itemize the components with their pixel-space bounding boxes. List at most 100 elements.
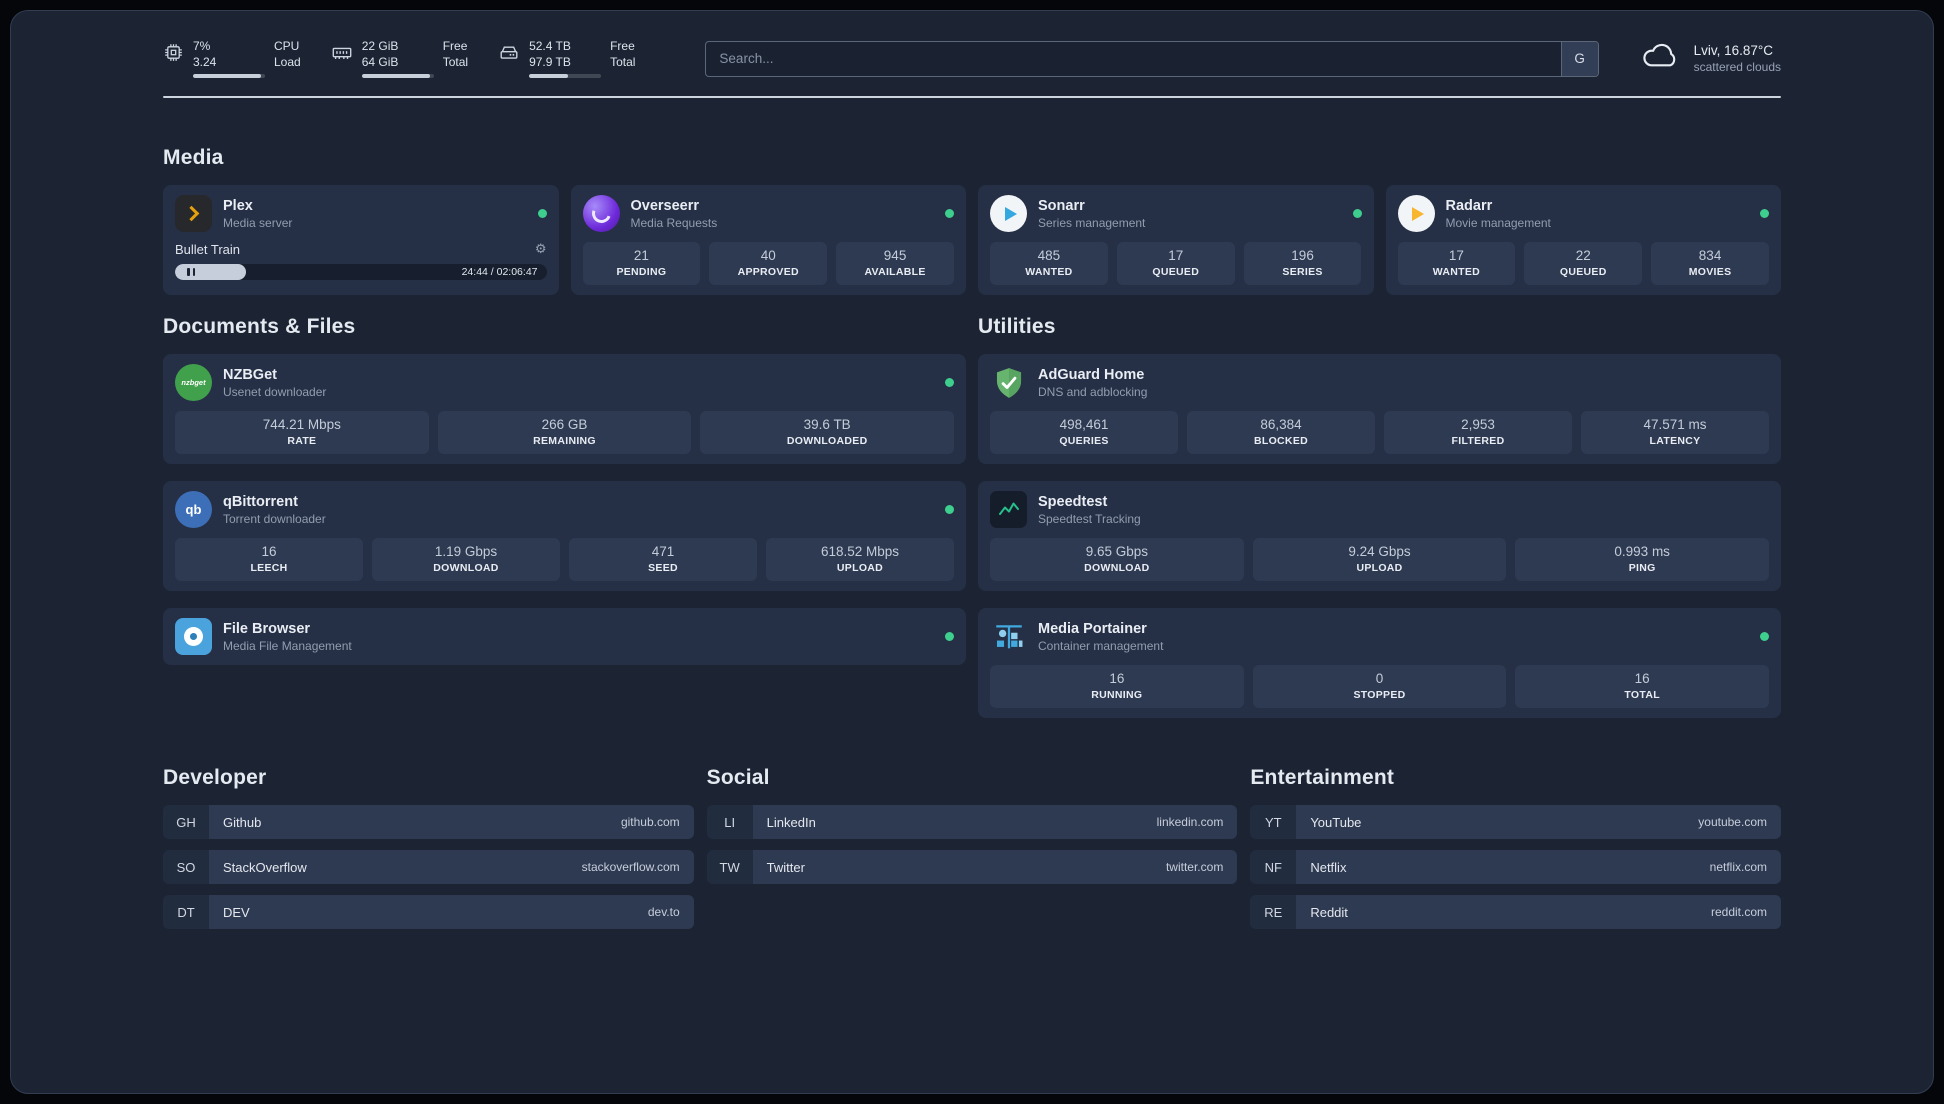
stat-box: 17 WANTED xyxy=(1397,242,1516,286)
stat-value: 834 xyxy=(1698,248,1722,264)
settings-gear-icon[interactable]: ⚙ xyxy=(535,241,547,257)
bookmark-url: twitter.com xyxy=(1165,860,1224,875)
stat-box: 1.19 Gbps DOWNLOAD xyxy=(372,538,560,582)
section-heading-developer: Developer xyxy=(163,766,267,790)
bookmark-twitter[interactable]: TW Twitter twitter.com xyxy=(706,850,1238,885)
cpu-usage-value: 7% xyxy=(193,39,211,53)
overseerr-icon xyxy=(582,195,620,233)
cpu-progress-fill xyxy=(193,74,262,79)
stat-box: 21 PENDING xyxy=(582,242,701,286)
section-heading-social: Social xyxy=(706,766,770,790)
service-card-overseerr[interactable]: Overseerr Media Requests 21 PENDING 40 APP… xyxy=(570,185,966,296)
bookmark-linkedin[interactable]: LI LinkedIn linkedin.com xyxy=(706,805,1238,840)
disk-values: 52.4 TB 97.9 TB xyxy=(529,39,602,79)
bookmark-name: YouTube xyxy=(1310,814,1362,830)
resource-widgets: 7% 3.24 CPU Load 22 GiB 64 GiB Free Tota… xyxy=(163,39,665,79)
service-card-portainer[interactable]: Media Portainer Container management 16 R… xyxy=(978,608,1781,719)
service-description: Series management xyxy=(1038,215,1146,230)
search-input[interactable] xyxy=(706,41,1561,76)
stat-label: TOTAL xyxy=(1624,689,1660,702)
stats-row: 16 RUNNING 0 STOPPED 16 TOTAL xyxy=(990,665,1770,709)
disk-labels: Free Total xyxy=(610,39,635,70)
service-meta: Radarr Movie management xyxy=(1446,198,1551,230)
memory-progress-fill xyxy=(361,74,431,79)
stat-value: 16 xyxy=(1634,671,1650,687)
bookmark-dev[interactable]: DT DEV dev.to xyxy=(163,895,694,930)
service-name: File Browser xyxy=(223,620,311,637)
service-description: Media Requests xyxy=(630,215,718,230)
status-dot xyxy=(1760,209,1769,219)
service-meta: File Browser Media File Management xyxy=(223,621,352,653)
service-card-filebrowser[interactable]: File Browser Media File Management xyxy=(163,608,966,666)
bookmark-youtube[interactable]: YT YouTube youtube.com xyxy=(1250,805,1781,840)
stat-box: 834 MOVIES xyxy=(1651,242,1769,286)
media-progress-bar[interactable]: 24:44 / 02:06:47 xyxy=(175,264,547,281)
stat-value: 86,384 xyxy=(1260,417,1302,433)
stat-box: 9.24 Gbps UPLOAD xyxy=(1252,538,1507,582)
bookmark-body: Twitter twitter.com xyxy=(752,850,1238,885)
section-heading-utilities: Utilities xyxy=(978,315,1056,339)
stats-row: 17 WANTED 22 QUEUED 834 MOVIES xyxy=(1397,242,1770,286)
cpu-widget: 7% 3.24 CPU Load xyxy=(163,39,301,79)
stat-value: 17 xyxy=(1168,248,1184,264)
service-card-adguard[interactable]: AdGuard Home DNS and adblocking 498,461 Q… xyxy=(978,354,1781,465)
media-grid: Plex Media server Bullet Train ⚙ 24:44 /… xyxy=(163,185,1781,296)
service-card-sonarr[interactable]: Sonarr Series management 485 WANTED 17 QUE… xyxy=(978,185,1374,296)
bookmarks-area: Developer GH Github github.com SO StackO… xyxy=(163,766,1781,940)
search-bar[interactable]: G xyxy=(705,40,1599,77)
stat-box: 266 GB REMAINING xyxy=(437,411,692,455)
memory-values: 22 GiB 64 GiB xyxy=(361,39,434,79)
stats-row: 485 WANTED 17 QUEUED 196 SERIES xyxy=(990,242,1362,286)
stat-label: LEECH xyxy=(250,562,288,575)
cpu-progress-bar xyxy=(193,74,265,79)
nzbget-icon-text: nzbget xyxy=(181,378,206,388)
weather-widget[interactable]: Lviv, 16.87°C scattered clouds xyxy=(1639,40,1781,77)
disk-total-value: 97.9 TB xyxy=(529,54,571,69)
sonarr-icon xyxy=(990,195,1027,233)
bookmark-github[interactable]: GH Github github.com xyxy=(163,805,694,840)
bookmark-reddit[interactable]: RE Reddit reddit.com xyxy=(1250,895,1781,930)
stat-box: 9.65 Gbps DOWNLOAD xyxy=(990,538,1244,582)
service-card-qbittorrent[interactable]: qb qBittorrent Torrent downloader 16 LEEC… xyxy=(163,481,966,592)
section-heading-media: Media xyxy=(163,146,224,170)
stat-box: 485 WANTED xyxy=(990,242,1108,286)
bookmark-abbr: LI xyxy=(706,805,753,840)
stat-value: 47.571 ms xyxy=(1643,417,1707,433)
overseerr-swirl-glyph xyxy=(588,201,614,227)
disk-total-label: Total xyxy=(610,54,636,69)
bookmark-stackoverflow[interactable]: SO StackOverflow stackoverflow.com xyxy=(163,850,694,885)
stat-label: FILTERED xyxy=(1451,435,1505,448)
service-card-plex[interactable]: Plex Media server Bullet Train ⚙ 24:44 /… xyxy=(163,185,559,296)
cloud-icon xyxy=(1639,40,1683,77)
status-dot xyxy=(945,505,954,515)
topbar-divider xyxy=(163,96,1781,99)
adguard-shield-icon xyxy=(990,364,1027,401)
stat-box: 618.52 Mbps UPLOAD xyxy=(766,538,954,582)
stats-row: 498,461 QUERIES 86,384 BLOCKED 2,953 FILTER… xyxy=(990,411,1769,455)
stat-value: 21 xyxy=(633,248,649,264)
service-card-radarr[interactable]: Radarr Movie management 17 WANTED 22 QUEUE… xyxy=(1385,185,1781,296)
stat-value: 16 xyxy=(1109,671,1125,687)
service-description: Container management xyxy=(1038,638,1164,653)
stat-box: 47.571 ms LATENCY xyxy=(1581,411,1769,455)
memory-widget: 22 GiB 64 GiB Free Total xyxy=(331,39,468,79)
stat-value: 1.19 Gbps xyxy=(434,544,498,560)
section-heading-entertainment: Entertainment xyxy=(1250,766,1395,790)
service-card-nzbget[interactable]: nzbget NZBGet Usenet downloader 744.21 M… xyxy=(163,354,966,465)
memory-ram-icon xyxy=(331,42,353,69)
weather-location: Lviv, 16.87°C xyxy=(1693,43,1774,59)
stat-box: 17 QUEUED xyxy=(1116,242,1235,286)
service-meta: NZBGet Usenet downloader xyxy=(223,367,326,399)
bookmark-body: Netflix netflix.com xyxy=(1296,850,1781,885)
status-dot xyxy=(537,209,547,219)
bookmark-abbr: RE xyxy=(1250,895,1297,930)
stat-label: REMAINING xyxy=(533,435,596,448)
section-documents: Documents & Files nzbget NZBGet Usenet d… xyxy=(163,315,966,718)
search-provider-button[interactable]: G xyxy=(1560,41,1598,76)
status-dot xyxy=(1760,632,1769,642)
stat-box: 2,953 FILTERED xyxy=(1384,411,1572,455)
bookmark-body: StackOverflow stackoverflow.com xyxy=(209,850,694,885)
bookmark-netflix[interactable]: NF Netflix netflix.com xyxy=(1250,850,1781,885)
service-card-speedtest[interactable]: Speedtest Speedtest Tracking 9.65 Gbps DO… xyxy=(978,481,1781,592)
stats-row: 744.21 Mbps RATE 266 GB REMAINING 39.6 TB D… xyxy=(175,411,955,455)
